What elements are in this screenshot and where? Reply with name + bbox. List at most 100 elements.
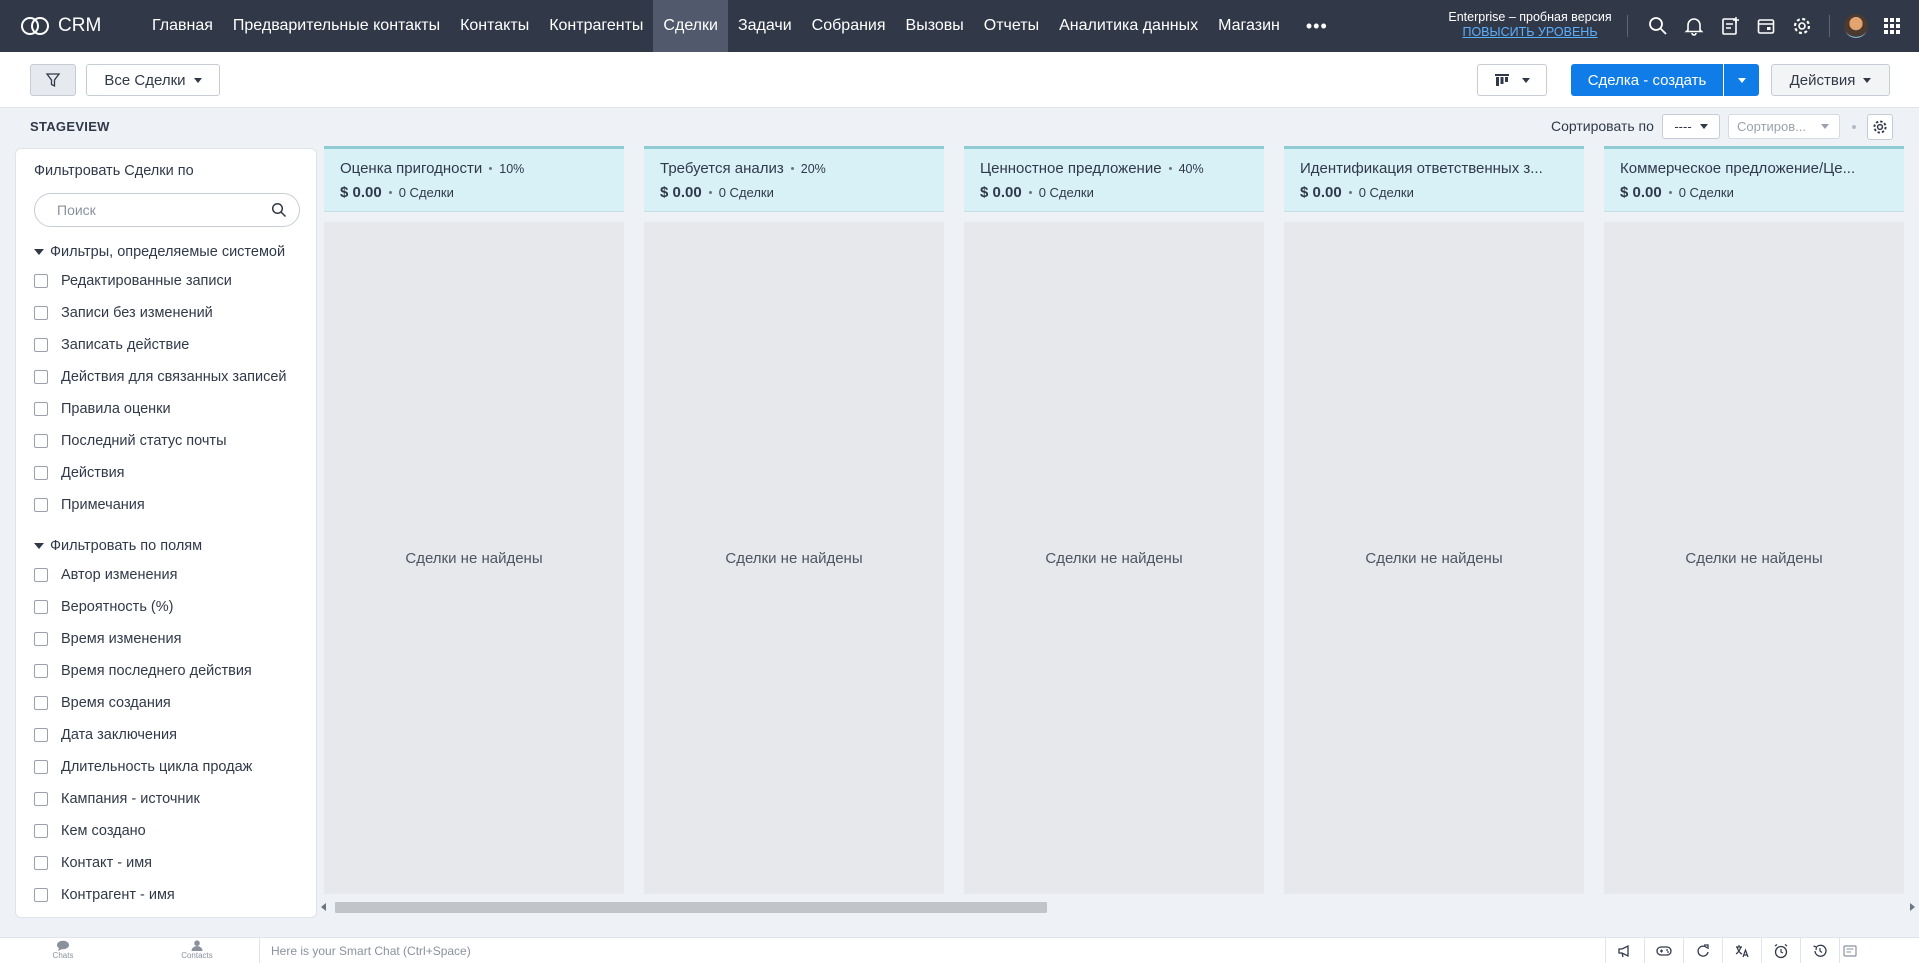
nav-item[interactable]: Контакты — [450, 0, 539, 52]
field-filters-section-toggle[interactable]: Фильтровать по полям — [34, 538, 202, 554]
nav-item[interactable]: Магазин — [1208, 0, 1290, 52]
checkbox[interactable] — [34, 338, 48, 352]
view-selector[interactable]: Все Сделки — [86, 64, 220, 96]
checkbox[interactable] — [34, 466, 48, 480]
filter-checkbox-item[interactable]: Редактированные записи — [34, 273, 232, 289]
history-icon[interactable] — [1800, 938, 1839, 963]
sort-field-select[interactable]: ---- — [1662, 114, 1720, 139]
sort-label: Сортировать по — [1551, 118, 1654, 134]
actions-button[interactable]: Действия — [1771, 64, 1890, 96]
checkbox[interactable] — [34, 402, 48, 416]
alarm-icon[interactable] — [1761, 938, 1800, 963]
nav-item[interactable]: Задачи — [728, 0, 802, 52]
filter-checkbox-item[interactable]: Последний статус почты — [34, 433, 227, 449]
filter-checkbox-item[interactable]: Примечания — [34, 497, 145, 513]
stage-header[interactable]: Оценка пригодности 10% $ 0.00 0 Сделки — [324, 146, 624, 212]
checkbox[interactable] — [34, 696, 48, 710]
stage-drop-area[interactable]: Сделки не найдены — [324, 222, 624, 894]
filter-checkbox-item[interactable]: Время изменения — [34, 631, 181, 647]
kanban-layout-icon — [1495, 74, 1509, 86]
system-filters-section-toggle[interactable]: Фильтры, определяемые системой — [34, 244, 285, 260]
checkbox[interactable] — [34, 728, 48, 742]
checkbox[interactable] — [34, 664, 48, 678]
megaphone-icon[interactable] — [1605, 938, 1644, 963]
checkbox[interactable] — [34, 306, 48, 320]
filter-checkbox-item[interactable]: Контакт - имя — [34, 855, 152, 871]
checkbox[interactable] — [34, 888, 48, 902]
checkbox[interactable] — [34, 856, 48, 870]
scroll-left-arrow-icon[interactable] — [321, 903, 326, 911]
stage-header[interactable]: Идентификация ответственных з... $ 0.00 0 … — [1284, 146, 1584, 212]
gear-icon[interactable] — [1790, 14, 1814, 38]
stage-settings-button[interactable] — [1867, 114, 1893, 140]
gamepad-icon[interactable] — [1644, 938, 1683, 963]
checkbox[interactable] — [34, 434, 48, 448]
filter-checkbox-item[interactable]: Правила оценки — [34, 401, 171, 417]
checkbox[interactable] — [34, 370, 48, 384]
apps-grid-icon[interactable] — [1880, 14, 1904, 38]
search-icon[interactable] — [271, 202, 287, 218]
user-avatar[interactable] — [1844, 14, 1868, 38]
smart-chat-input[interactable]: Here is your Smart Chat (Ctrl+Space) — [271, 944, 471, 958]
filter-checkbox-item[interactable]: Вероятность (%) — [34, 599, 173, 615]
crm-logo[interactable]: CRM — [0, 0, 142, 52]
filter-checkbox-item[interactable]: Кем создано — [34, 823, 146, 839]
filter-checkbox-item[interactable]: Кампания - источник — [34, 791, 200, 807]
nav-item[interactable]: Вызовы — [896, 0, 974, 52]
add-note-icon[interactable] — [1718, 14, 1742, 38]
nav-item[interactable]: Собрания — [802, 0, 896, 52]
filter-panel-title: Фильтровать Сделки по — [34, 163, 194, 179]
filter-checkbox-item[interactable]: Дата заключения — [34, 727, 177, 743]
filter-checkbox-item[interactable]: Контрагент - имя — [34, 887, 175, 903]
create-deal-dropdown[interactable] — [1724, 64, 1759, 96]
filter-checkbox-item[interactable]: Действия для связанных записей — [34, 369, 287, 385]
stage-drop-area[interactable]: Сделки не найдены — [644, 222, 944, 894]
more-nav-button[interactable]: ••• — [1290, 16, 1344, 37]
filter-toggle-button[interactable] — [30, 64, 76, 96]
notes-icon[interactable] — [1839, 938, 1859, 963]
filter-checkbox-item[interactable]: Записи без изменений — [34, 305, 213, 321]
create-deal-button[interactable]: Сделка - создать — [1571, 64, 1723, 96]
checkbox[interactable] — [34, 274, 48, 288]
sort-order-select[interactable]: Сортиров... — [1728, 114, 1840, 139]
nav-item[interactable]: Предварительные контакты — [223, 0, 450, 52]
scrollbar-thumb[interactable] — [335, 902, 1047, 913]
filter-search-input[interactable] — [34, 193, 300, 227]
refresh-icon[interactable] — [1683, 938, 1722, 963]
stage-drop-area[interactable]: Сделки не найдены — [1284, 222, 1584, 894]
filter-checkbox-item[interactable]: Время последнего действия — [34, 663, 252, 679]
stage-drop-area[interactable]: Сделки не найдены — [1604, 222, 1904, 894]
checkbox[interactable] — [34, 760, 48, 774]
nav-item[interactable]: Главная — [142, 0, 223, 52]
horizontal-scrollbar[interactable] — [321, 899, 1919, 916]
stage-drop-area[interactable]: Сделки не найдены — [964, 222, 1264, 894]
filter-checkbox-item[interactable]: Время создания — [34, 695, 171, 711]
filter-checkbox-item[interactable]: Длительность цикла продаж — [34, 759, 252, 775]
checkbox[interactable] — [34, 568, 48, 582]
chats-tab[interactable]: Chats — [48, 940, 78, 960]
empty-state-text: Сделки не найдены — [1045, 549, 1183, 567]
translate-icon[interactable] — [1722, 938, 1761, 963]
layout-switch-button[interactable] — [1477, 64, 1547, 96]
calendar-icon[interactable] — [1754, 14, 1778, 38]
stage-header[interactable]: Требуется анализ 20% $ 0.00 0 Сделки — [644, 146, 944, 212]
stage-header[interactable]: Коммерческое предложение/Це... $ 0.00 0 Сд… — [1604, 146, 1904, 212]
checkbox[interactable] — [34, 824, 48, 838]
stage-header[interactable]: Ценностное предложение 40% $ 0.00 0 Сделки — [964, 146, 1264, 212]
filter-checkbox-item[interactable]: Автор изменения — [34, 567, 178, 583]
nav-item[interactable]: Контрагенты — [539, 0, 653, 52]
search-icon[interactable] — [1646, 14, 1670, 38]
checkbox[interactable] — [34, 792, 48, 806]
checkbox[interactable] — [34, 632, 48, 646]
nav-item[interactable]: Аналитика данных — [1049, 0, 1208, 52]
contacts-tab[interactable]: Contacts — [180, 940, 214, 960]
checkbox[interactable] — [34, 600, 48, 614]
filter-checkbox-item[interactable]: Записать действие — [34, 337, 189, 353]
nav-item[interactable]: Отчеты — [974, 0, 1049, 52]
upgrade-link[interactable]: ПОВЫСИТЬ УРОВЕНЬ — [1430, 25, 1630, 40]
scroll-right-arrow-icon[interactable] — [1910, 903, 1915, 911]
checkbox[interactable] — [34, 498, 48, 512]
nav-item[interactable]: Сделки — [653, 0, 728, 52]
filter-checkbox-item[interactable]: Действия — [34, 465, 125, 481]
bell-icon[interactable] — [1682, 14, 1706, 38]
